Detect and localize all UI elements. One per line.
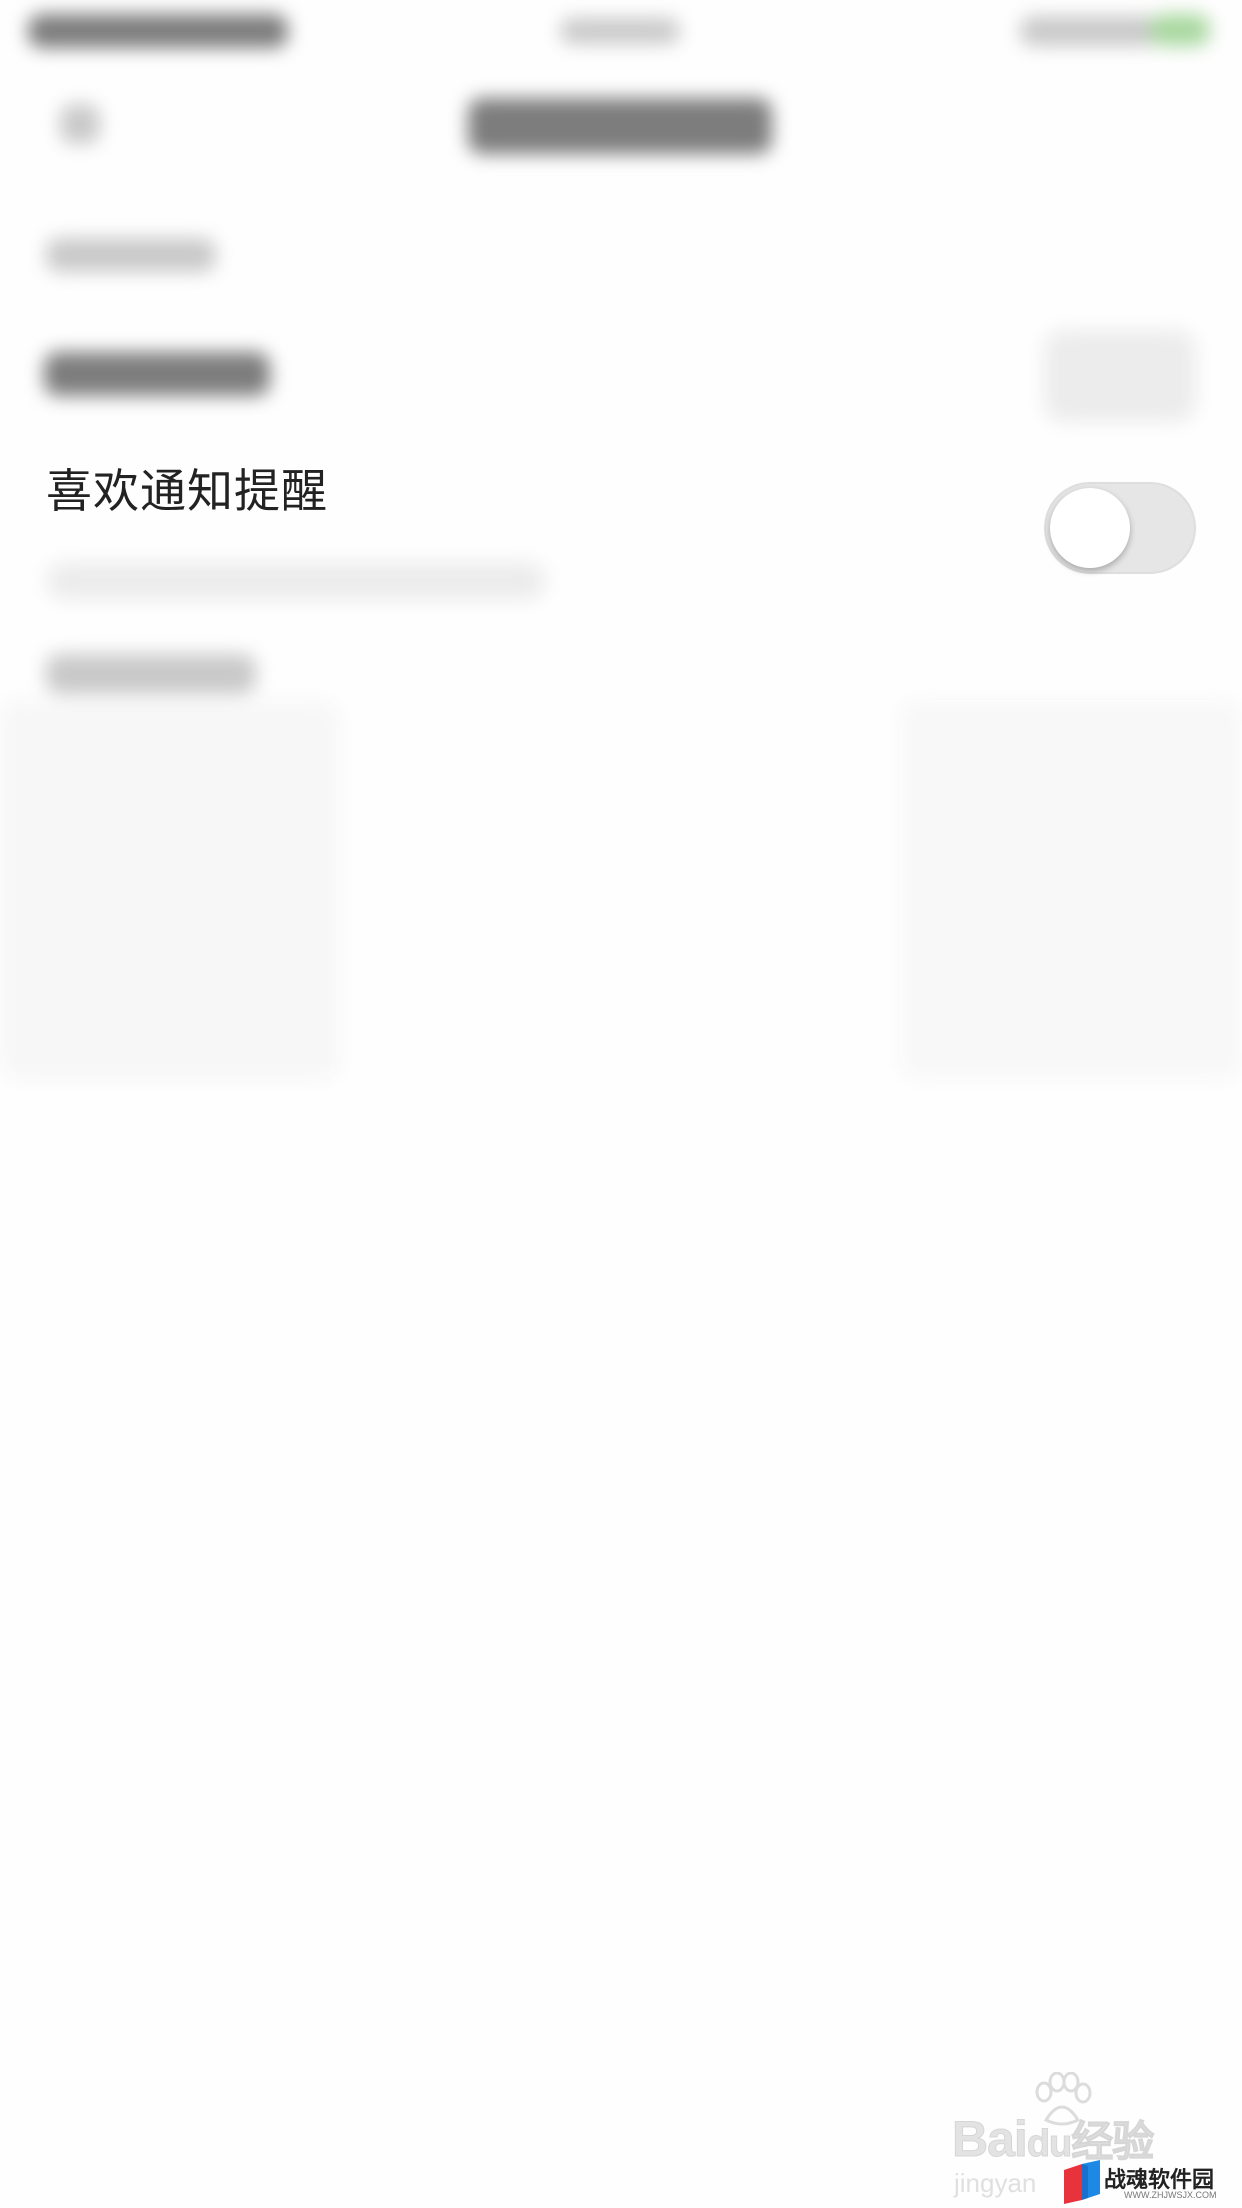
like-notification-row: 喜欢通知提醒	[0, 440, 1242, 620]
settings-screen: 喜欢通知提醒 Baidu经验 jingyan 战魂软件园 WWW.ZHJWSJX…	[0, 0, 1242, 2208]
like-notification-label: 喜欢通知提醒	[46, 464, 328, 518]
section-header	[46, 238, 216, 272]
site-badge: 战魂软件园 WWW.ZHJWSJX.COM	[1062, 2160, 1238, 2204]
nav-title	[468, 98, 772, 154]
toggle-knob[interactable]	[1050, 488, 1130, 568]
site-logo-icon	[1064, 2160, 1100, 2204]
back-arrow-icon[interactable]	[60, 104, 100, 144]
setting-row-1-toggle[interactable]	[1044, 330, 1196, 422]
blurred-background	[0, 0, 1242, 2208]
status-bar-center	[560, 18, 680, 44]
status-bar-right	[1020, 16, 1160, 46]
watermark-jingyan-text: jingyan	[954, 2168, 1037, 2198]
setting-row-1-label	[44, 352, 270, 396]
background-panel	[0, 700, 340, 1080]
site-url: WWW.ZHJWSJX.COM	[1124, 2190, 1217, 2200]
status-bar-time	[28, 14, 288, 48]
status-bar-battery	[1150, 14, 1210, 46]
background-panel-right	[900, 700, 1242, 1080]
setting-row-3-label	[46, 654, 256, 694]
like-notification-toggle[interactable]	[1044, 482, 1196, 574]
